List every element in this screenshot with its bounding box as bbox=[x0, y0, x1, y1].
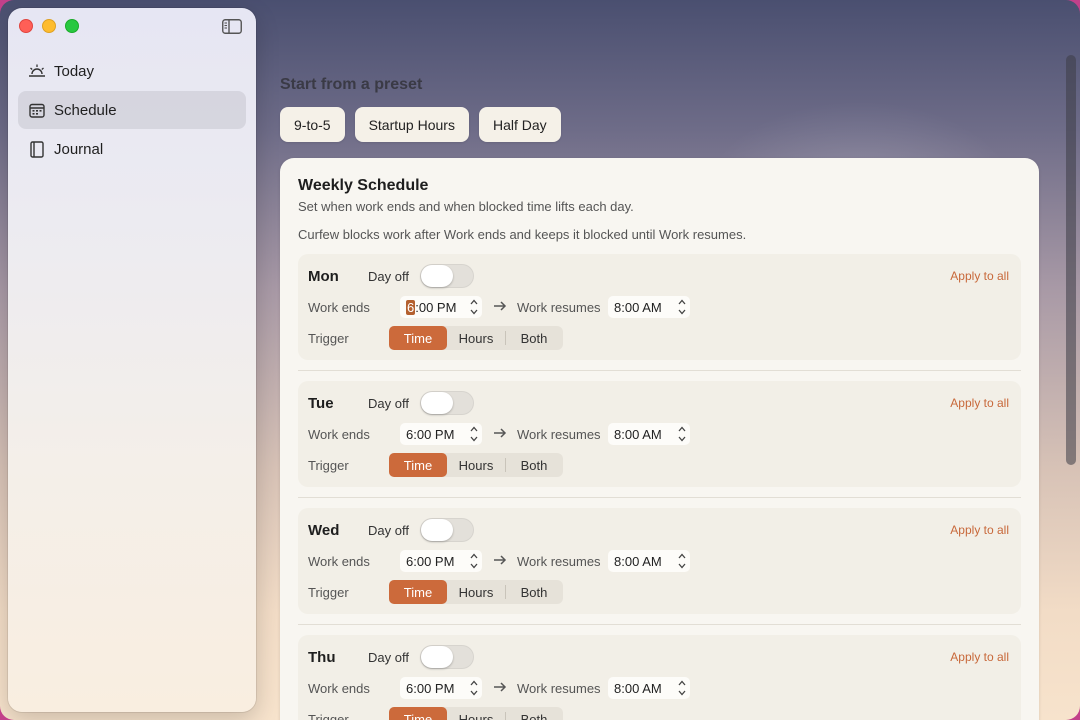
work-resumes-label: Work resumes bbox=[517, 300, 601, 315]
stepper-icon[interactable] bbox=[677, 424, 687, 444]
zoom-window-button[interactable] bbox=[65, 19, 79, 33]
time-rest: :00 PM bbox=[415, 299, 457, 315]
stepper-icon[interactable] bbox=[469, 678, 479, 698]
sidebar-toggle-icon[interactable] bbox=[222, 19, 242, 34]
arrow-right-icon bbox=[492, 298, 508, 314]
work-ends-label: Work ends bbox=[308, 427, 370, 442]
stepper-icon[interactable] bbox=[677, 678, 687, 698]
trigger-hours-option[interactable]: Hours bbox=[447, 453, 505, 477]
toggle-knob bbox=[421, 265, 453, 287]
day-off-label: Day off bbox=[368, 523, 409, 538]
card-subtitle: Set when work ends and when blocked time… bbox=[298, 199, 634, 214]
apply-to-all-link[interactable]: Apply to all bbox=[950, 650, 1009, 664]
work-ends-label: Work ends bbox=[308, 300, 370, 315]
trigger-both-option[interactable]: Both bbox=[505, 707, 563, 720]
trigger-time-option[interactable]: Time bbox=[389, 707, 447, 720]
stepper-icon[interactable] bbox=[677, 297, 687, 317]
sidebar: Today Schedule Journal bbox=[8, 8, 256, 712]
day-off-toggle[interactable] bbox=[420, 518, 474, 542]
day-row-wed: Wed Day off Apply to all Work ends 6:00 … bbox=[298, 508, 1021, 614]
trigger-time-option[interactable]: Time bbox=[389, 580, 447, 604]
sidebar-item-label: Journal bbox=[54, 140, 104, 158]
trigger-both-option[interactable]: Both bbox=[505, 580, 563, 604]
trigger-segmented-control: Time Hours Both bbox=[389, 707, 563, 720]
toggle-knob bbox=[421, 392, 453, 414]
work-resumes-label: Work resumes bbox=[517, 427, 601, 442]
day-row-thu: Thu Day off Apply to all Work ends 6:00 … bbox=[298, 635, 1021, 720]
sidebar-item-label: Schedule bbox=[54, 101, 117, 119]
day-name: Thu bbox=[308, 649, 336, 666]
trigger-both-option[interactable]: Both bbox=[505, 453, 563, 477]
close-window-button[interactable] bbox=[19, 19, 33, 33]
book-icon bbox=[28, 140, 46, 158]
work-resumes-label: Work resumes bbox=[517, 681, 601, 696]
selected-hour-segment: 6 bbox=[406, 299, 416, 315]
card-title: Weekly Schedule bbox=[298, 177, 429, 194]
day-row-tue: Tue Day off Apply to all Work ends 6:00 … bbox=[298, 381, 1021, 487]
work-ends-label: Work ends bbox=[308, 681, 370, 696]
sidebar-nav: Today Schedule Journal bbox=[18, 52, 246, 169]
divider bbox=[298, 497, 1021, 498]
trigger-time-option[interactable]: Time bbox=[389, 326, 447, 350]
trigger-both-option[interactable]: Both bbox=[505, 326, 563, 350]
trigger-segmented-control: Time Hours Both bbox=[389, 326, 563, 350]
day-off-toggle[interactable] bbox=[420, 645, 474, 669]
day-off-label: Day off bbox=[368, 269, 409, 284]
work-resumes-label: Work resumes bbox=[517, 554, 601, 569]
preset-startup-hours-button[interactable]: Startup Hours bbox=[354, 107, 469, 142]
main-content: Start from a preset 9-to-5 Startup Hours… bbox=[280, 0, 1040, 720]
work-ends-label: Work ends bbox=[308, 554, 370, 569]
day-off-toggle[interactable] bbox=[420, 391, 474, 415]
stepper-icon[interactable] bbox=[469, 424, 479, 444]
trigger-hours-option[interactable]: Hours bbox=[447, 707, 505, 720]
stepper-icon[interactable] bbox=[469, 297, 479, 317]
day-off-label: Day off bbox=[368, 396, 409, 411]
sidebar-item-journal[interactable]: Journal bbox=[18, 130, 246, 168]
preset-half-day-button[interactable]: Half Day bbox=[478, 107, 561, 142]
trigger-label: Trigger bbox=[308, 585, 349, 600]
apply-to-all-link[interactable]: Apply to all bbox=[950, 396, 1009, 410]
day-name: Tue bbox=[308, 395, 334, 412]
toggle-knob bbox=[421, 519, 453, 541]
day-name: Mon bbox=[308, 268, 339, 285]
preset-buttons: 9-to-5 Startup Hours Half Day bbox=[280, 107, 561, 142]
trigger-time-option[interactable]: Time bbox=[389, 453, 447, 477]
day-off-toggle[interactable] bbox=[420, 264, 474, 288]
day-off-label: Day off bbox=[368, 650, 409, 665]
calendar-icon bbox=[28, 101, 46, 119]
sidebar-item-label: Today bbox=[54, 62, 95, 80]
divider bbox=[298, 370, 1021, 371]
trigger-hours-option[interactable]: Hours bbox=[447, 580, 505, 604]
arrow-right-icon bbox=[492, 552, 508, 568]
apply-to-all-link[interactable]: Apply to all bbox=[950, 523, 1009, 537]
trigger-hours-option[interactable]: Hours bbox=[447, 326, 505, 350]
trigger-segmented-control: Time Hours Both bbox=[389, 580, 563, 604]
trigger-label: Trigger bbox=[308, 712, 349, 720]
arrow-right-icon bbox=[492, 679, 508, 695]
preset-9-to-5-button[interactable]: 9-to-5 bbox=[280, 107, 345, 142]
sidebar-item-schedule[interactable]: Schedule bbox=[18, 91, 246, 129]
weekly-schedule-card: Weekly Schedule Set when work ends and w… bbox=[280, 158, 1039, 720]
day-name: Wed bbox=[308, 522, 340, 539]
sidebar-item-today[interactable]: Today bbox=[18, 52, 246, 90]
divider bbox=[298, 624, 1021, 625]
trigger-segmented-control: Time Hours Both bbox=[389, 453, 563, 477]
vertical-scrollbar[interactable] bbox=[1066, 55, 1076, 465]
stepper-icon[interactable] bbox=[677, 551, 687, 571]
preset-heading: Start from a preset bbox=[280, 76, 423, 93]
trigger-label: Trigger bbox=[308, 331, 349, 346]
toggle-knob bbox=[421, 646, 453, 668]
stepper-icon[interactable] bbox=[469, 551, 479, 571]
day-row-mon: Mon Day off Apply to all Work ends 6:00 … bbox=[298, 254, 1021, 360]
minimize-window-button[interactable] bbox=[42, 19, 56, 33]
card-note: Curfew blocks work after Work ends and k… bbox=[298, 227, 747, 242]
trigger-label: Trigger bbox=[308, 458, 349, 473]
sunrise-icon bbox=[28, 62, 46, 80]
apply-to-all-link[interactable]: Apply to all bbox=[950, 269, 1009, 283]
arrow-right-icon bbox=[492, 425, 508, 441]
app-window: Today Schedule Journal Start from a pres… bbox=[0, 0, 1080, 720]
